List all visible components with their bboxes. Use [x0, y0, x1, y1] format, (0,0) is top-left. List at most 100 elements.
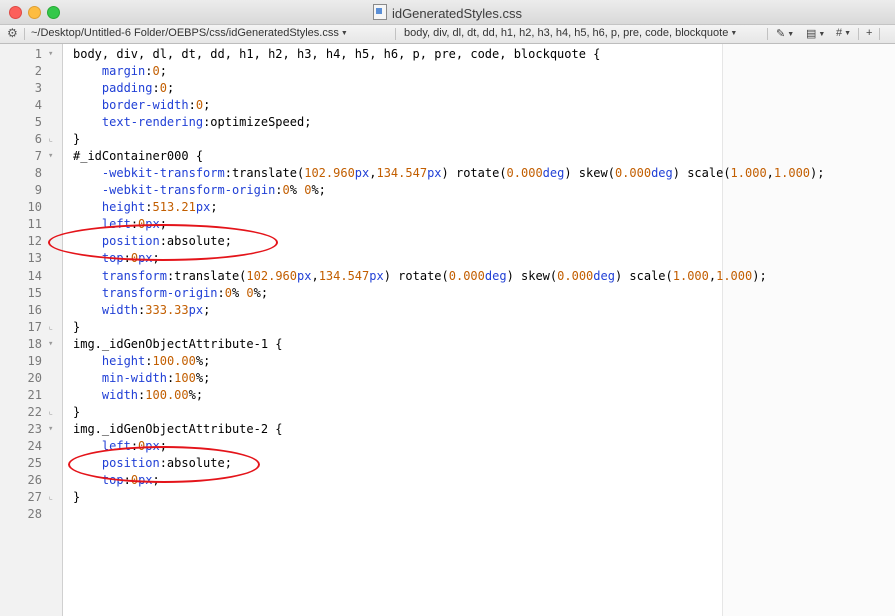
code-text: -webkit-transform-origin:0% 0%; — [73, 182, 326, 199]
code-line[interactable]: 4 border-width:0; — [0, 97, 895, 114]
fold-toggle-icon[interactable]: ▾ — [48, 46, 53, 63]
code-line[interactable]: 28 — [0, 506, 895, 523]
line-number: 22 — [27, 404, 42, 419]
code-token: 0 — [195, 98, 204, 113]
fold-toggle-icon[interactable]: ▾ — [48, 421, 53, 438]
add-pane-button[interactable]: + — [866, 27, 872, 39]
code-token: 102.960 — [304, 166, 355, 181]
title-bar[interactable]: idGeneratedStyles.css — [0, 0, 895, 25]
fold-toggle-icon[interactable]: ▾ — [48, 336, 53, 353]
line-number: 2 — [34, 64, 42, 79]
line-number: 18 — [27, 336, 42, 351]
code-token: 0.000 — [557, 268, 594, 283]
code-line[interactable]: 23 ▾ img._idGenObjectAttribute-2 { — [0, 421, 895, 438]
code-line[interactable]: 17 ⌞} — [0, 319, 895, 336]
file-path-text: ~/Desktop/Untitled-6 Folder/OEBPS/css/id… — [31, 27, 339, 39]
symbol-popup[interactable]: body, div, dl, dt, dd, h1, h2, h3, h4, h… — [404, 27, 737, 39]
line-number: 19 — [27, 353, 42, 368]
fold-toggle-icon[interactable]: ⌞ — [48, 489, 53, 506]
code-text: width:333.33px; — [73, 302, 210, 319]
hash-icon: # — [836, 27, 843, 39]
code-text: width:100.00%; — [73, 387, 203, 404]
code-token: deg — [484, 268, 507, 283]
code-token: img._idGenObjectAttribute-2 { — [73, 421, 283, 436]
code-line[interactable]: 3 padding:0; — [0, 80, 895, 97]
code-token: } — [73, 404, 81, 419]
code-token: , — [311, 268, 319, 283]
code-token: ; — [210, 200, 218, 215]
code-line[interactable]: 20 min-width:100%; — [0, 370, 895, 387]
code-token: ) rotate( — [441, 166, 507, 181]
counterpart-popup[interactable]: # ▼ — [836, 27, 851, 39]
text-editor[interactable]: 1 ▾ body, div, dl, dt, dd, h1, h2, h3, h4,… — [0, 44, 895, 616]
nav-divider — [767, 28, 768, 40]
code-token: ); — [752, 268, 767, 283]
code-text: img._idGenObjectAttribute-1 { — [73, 336, 283, 353]
code-text: text-rendering:optimizeSpeed; — [73, 114, 312, 131]
code-line[interactable]: 10 height:513.21px; — [0, 199, 895, 216]
code-token: 134.547 — [318, 268, 370, 283]
line-number: 14 — [27, 268, 42, 283]
chevron-down-icon: ▼ — [787, 31, 795, 38]
code-line[interactable]: 8 -webkit-transform:translate(102.960px,… — [0, 165, 895, 182]
code-token: } — [73, 490, 81, 505]
add-pane-icon: + — [866, 27, 873, 39]
code-token: 0.000 — [614, 166, 652, 181]
code-line[interactable]: 2 margin:0; — [0, 63, 895, 80]
code-text: } — [73, 404, 80, 421]
code-token: , — [766, 166, 774, 181]
fold-toggle-icon[interactable]: ▾ — [48, 148, 53, 165]
code-token: 1.000 — [716, 268, 753, 283]
code-token: :translate( — [224, 166, 305, 181]
fold-toggle-icon[interactable]: ⌞ — [48, 319, 53, 336]
code-line[interactable]: 19 height:100.00%; — [0, 353, 895, 370]
code-token: : — [145, 64, 153, 79]
markup-popup[interactable]: ✎ ▼ — [776, 27, 794, 40]
gear-icon[interactable]: ⚙ — [7, 26, 18, 40]
code-line[interactable]: 22 ⌞} — [0, 404, 895, 421]
code-token: height — [101, 353, 146, 368]
code-token: transform-origin — [101, 285, 218, 300]
code-line[interactable]: 5 text-rendering:optimizeSpeed; — [0, 114, 895, 131]
code-line[interactable]: 27 ⌞} — [0, 489, 895, 506]
code-line[interactable]: 1 ▾ body, div, dl, dt, dd, h1, h2, h3, h4,… — [0, 46, 895, 63]
code-token: :translate( — [166, 268, 247, 283]
code-text: } — [73, 489, 80, 506]
fold-toggle-icon[interactable]: ⌞ — [48, 131, 53, 148]
nav-divider — [24, 28, 25, 40]
chevron-down-icon: ▼ — [818, 31, 826, 38]
document-popup[interactable]: ▤ ▼ — [806, 27, 825, 40]
code-line[interactable]: 16 width:333.33px; — [0, 302, 895, 319]
code-line[interactable]: 21 width:100.00%; — [0, 387, 895, 404]
nav-divider — [858, 28, 859, 40]
line-number: 4 — [34, 98, 42, 113]
code-token: : — [145, 353, 153, 368]
code-token: 0 — [224, 285, 232, 300]
code-token: 100 — [174, 370, 196, 385]
code-text: img._idGenObjectAttribute-2 { — [73, 421, 283, 438]
code-line[interactable]: 15 transform-origin:0% 0%; — [0, 285, 895, 302]
code-line[interactable]: 7 ▾ #_idContainer000 { — [0, 148, 895, 165]
code-text: #_idContainer000 { — [73, 148, 203, 165]
line-number: 12 — [27, 234, 42, 249]
code-line[interactable]: 6 ⌞} — [0, 131, 895, 148]
code-token: height — [101, 200, 146, 215]
line-number: 13 — [27, 251, 42, 266]
code-line[interactable]: 18 ▾ img._idGenObjectAttribute-1 { — [0, 336, 895, 353]
code-token: 0 — [159, 81, 167, 96]
file-path-popup[interactable]: ~/Desktop/Untitled-6 Folder/OEBPS/css/id… — [31, 27, 348, 39]
fold-toggle-icon[interactable]: ⌞ — [48, 404, 53, 421]
window-title-text: idGeneratedStyles.css — [391, 6, 523, 21]
code-token: ) skew( — [506, 268, 558, 283]
code-line[interactable]: 14 transform:translate(102.960px,134.547… — [0, 268, 895, 285]
line-number: 7 — [34, 149, 42, 164]
code-line[interactable]: 9 -webkit-transform-origin:0% 0%; — [0, 182, 895, 199]
code-token: 513.21 — [152, 200, 196, 215]
line-number: 21 — [27, 387, 42, 402]
